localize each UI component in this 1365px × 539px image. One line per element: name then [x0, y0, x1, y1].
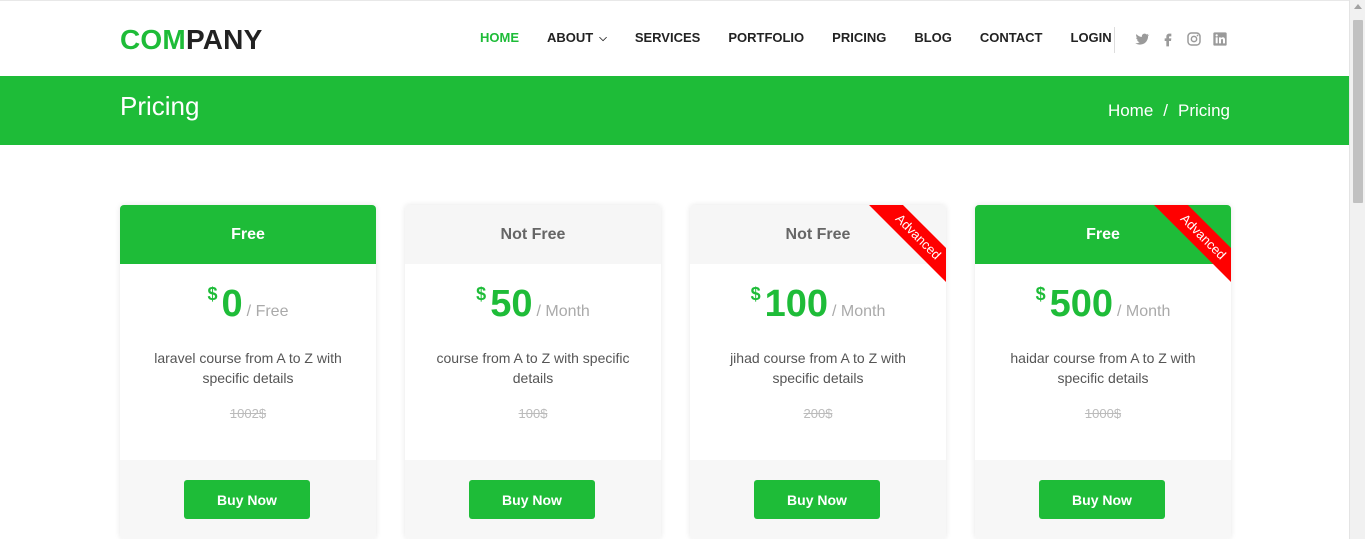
chevron-down-icon: ⌵	[599, 33, 607, 44]
plan-description: course from A to Z with specific details	[436, 350, 630, 386]
card-footer: Buy Now	[690, 460, 946, 539]
main-nav: HOME ABOUT ⌵ SERVICES PORTFOLIO PRICING B…	[480, 30, 1140, 45]
pricing-card-500: Free Advanced $500/ Month haidar course …	[975, 205, 1231, 539]
card-footer: Buy Now	[975, 460, 1231, 539]
nav-portfolio[interactable]: PORTFOLIO	[728, 30, 804, 45]
pricing-card-free: Free $0/ Free laravel course from A to Z…	[120, 205, 376, 539]
buy-now-button[interactable]: Buy Now	[469, 480, 595, 519]
nav-home[interactable]: HOME	[480, 30, 519, 45]
card-footer: Buy Now	[405, 460, 661, 539]
nav-pricing[interactable]: PRICING	[832, 30, 886, 45]
nav-about[interactable]: ABOUT ⌵	[547, 30, 607, 45]
nav-divider	[1114, 27, 1115, 53]
currency-symbol: $	[476, 284, 487, 304]
currency-symbol: $	[750, 284, 761, 304]
nav-login[interactable]: LOGIN	[1071, 30, 1112, 45]
facebook-icon[interactable]	[1160, 31, 1176, 47]
nav-services[interactable]: SERVICES	[635, 30, 701, 45]
price-amount: 0	[221, 283, 243, 325]
instagram-icon[interactable]	[1186, 31, 1202, 47]
linkedin-icon[interactable]	[1212, 31, 1228, 47]
pricing-card-50: Not Free $50/ Month course from A to Z w…	[405, 205, 661, 539]
plan-price: $100/ Month	[690, 283, 946, 326]
scrollbar-thumb[interactable]	[1353, 20, 1363, 203]
currency-symbol: $	[1035, 284, 1046, 304]
breadcrumb: Home / Pricing	[1108, 101, 1230, 121]
breadcrumb-current: Pricing	[1178, 101, 1230, 120]
scroll-up-arrow-icon[interactable]	[1354, 4, 1362, 9]
social-links	[1134, 31, 1238, 47]
price-amount: 500	[1049, 283, 1114, 325]
plan-description: haidar course from A to Z with specific …	[1010, 350, 1196, 386]
site-header: COMPANY HOME ABOUT ⌵ SERVICES PORTFOLIO P…	[0, 4, 1349, 76]
breadcrumb-separator: /	[1163, 101, 1169, 120]
price-period: / Month	[832, 303, 886, 320]
plan-description: laravel course from A to Z with specific…	[154, 350, 342, 386]
price-period: / Month	[536, 303, 590, 320]
old-price: 1000$	[1084, 406, 1122, 421]
breadcrumb-home[interactable]: Home	[1108, 101, 1153, 121]
pricing-card-100: Not Free Advanced $100/ Month jihad cour…	[690, 205, 946, 539]
company-logo[interactable]: COMPANY	[120, 24, 262, 56]
buy-now-button[interactable]: Buy Now	[184, 480, 310, 519]
buy-now-button[interactable]: Buy Now	[1039, 480, 1165, 519]
plan-description: jihad course from A to Z with specific d…	[730, 350, 906, 386]
currency-symbol: $	[207, 284, 218, 304]
old-price: 200$	[803, 406, 833, 421]
plan-price: $50/ Month	[405, 283, 661, 326]
page-scrollbar[interactable]	[1349, 0, 1365, 539]
plan-header: Not Free	[405, 205, 661, 264]
nav-blog[interactable]: BLOG	[914, 30, 952, 45]
plan-price: $0/ Free	[120, 283, 376, 326]
nav-contact[interactable]: CONTACT	[980, 30, 1043, 45]
price-period: / Free	[246, 303, 289, 320]
old-price: 100$	[518, 406, 548, 421]
price-amount: 100	[764, 283, 829, 325]
buy-now-button[interactable]: Buy Now	[754, 480, 880, 519]
old-price: 1002$	[229, 406, 267, 421]
plan-header: Free	[120, 205, 376, 264]
page-title-band: Pricing Home / Pricing	[0, 76, 1349, 145]
page-title: Pricing	[120, 91, 200, 121]
card-footer: Buy Now	[120, 460, 376, 539]
price-period: / Month	[1117, 303, 1171, 320]
twitter-icon[interactable]	[1134, 31, 1150, 47]
price-amount: 50	[490, 283, 533, 325]
plan-price: $500/ Month	[975, 283, 1231, 326]
